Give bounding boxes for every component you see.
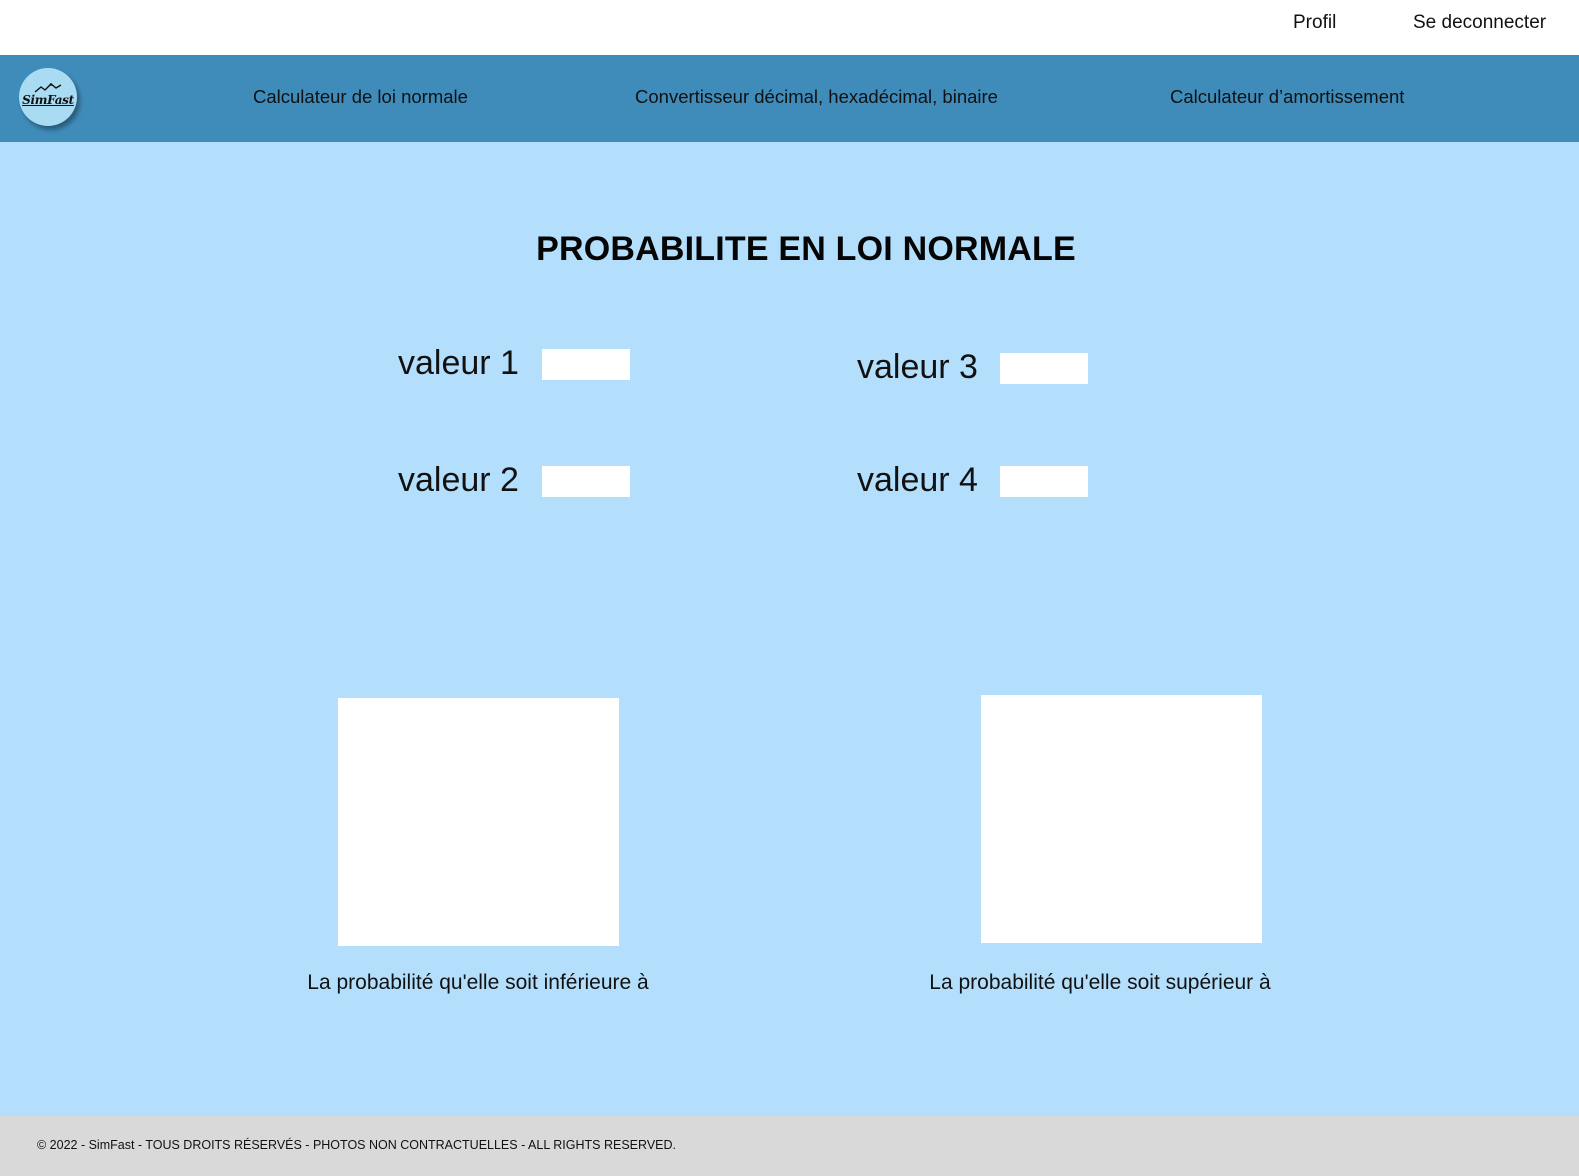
value-4-input[interactable]: [1000, 466, 1088, 497]
field-label-value-2: valeur 2: [398, 461, 519, 499]
result-box-upper: [981, 695, 1262, 943]
result-caption-lower: La probabilité qu'elle soit inférieure à: [307, 971, 649, 994]
page-title: PROBABILITE EN LOI NORMALE: [536, 230, 1076, 268]
field-label-value-3: valeur 3: [857, 348, 978, 386]
profile-link[interactable]: Profil: [1293, 12, 1336, 34]
result-caption-upper: La probabilité qu'elle soit supérieur à: [929, 971, 1271, 994]
logo-text: SimFast: [22, 93, 74, 107]
value-1-input[interactable]: [542, 349, 630, 380]
nav-item-normal-law-calculator[interactable]: Calculateur de loi normale: [253, 86, 468, 108]
value-3-input[interactable]: [1000, 353, 1088, 384]
field-label-value-4: valeur 4: [857, 461, 978, 499]
main-navbar: SimFast Calculateur de loi normale Conve…: [0, 55, 1579, 142]
footer-copyright: © 2022 - SimFast - TOUS DROITS RÉSERVÉS …: [37, 1138, 676, 1152]
footer: © 2022 - SimFast - TOUS DROITS RÉSERVÉS …: [0, 1116, 1579, 1176]
top-bar: Profil Se deconnecter: [0, 0, 1579, 55]
result-box-lower: [338, 698, 619, 946]
nav-item-base-converter[interactable]: Convertisseur décimal, hexadécimal, bina…: [635, 86, 998, 108]
nav-item-amortization-calculator[interactable]: Calculateur d’amortissement: [1170, 86, 1404, 108]
logout-link[interactable]: Se deconnecter: [1413, 12, 1546, 34]
field-label-value-1: valeur 1: [398, 344, 519, 382]
simfast-logo[interactable]: SimFast: [19, 68, 77, 126]
chart-line-icon: [34, 83, 62, 93]
value-2-input[interactable]: [542, 466, 630, 497]
